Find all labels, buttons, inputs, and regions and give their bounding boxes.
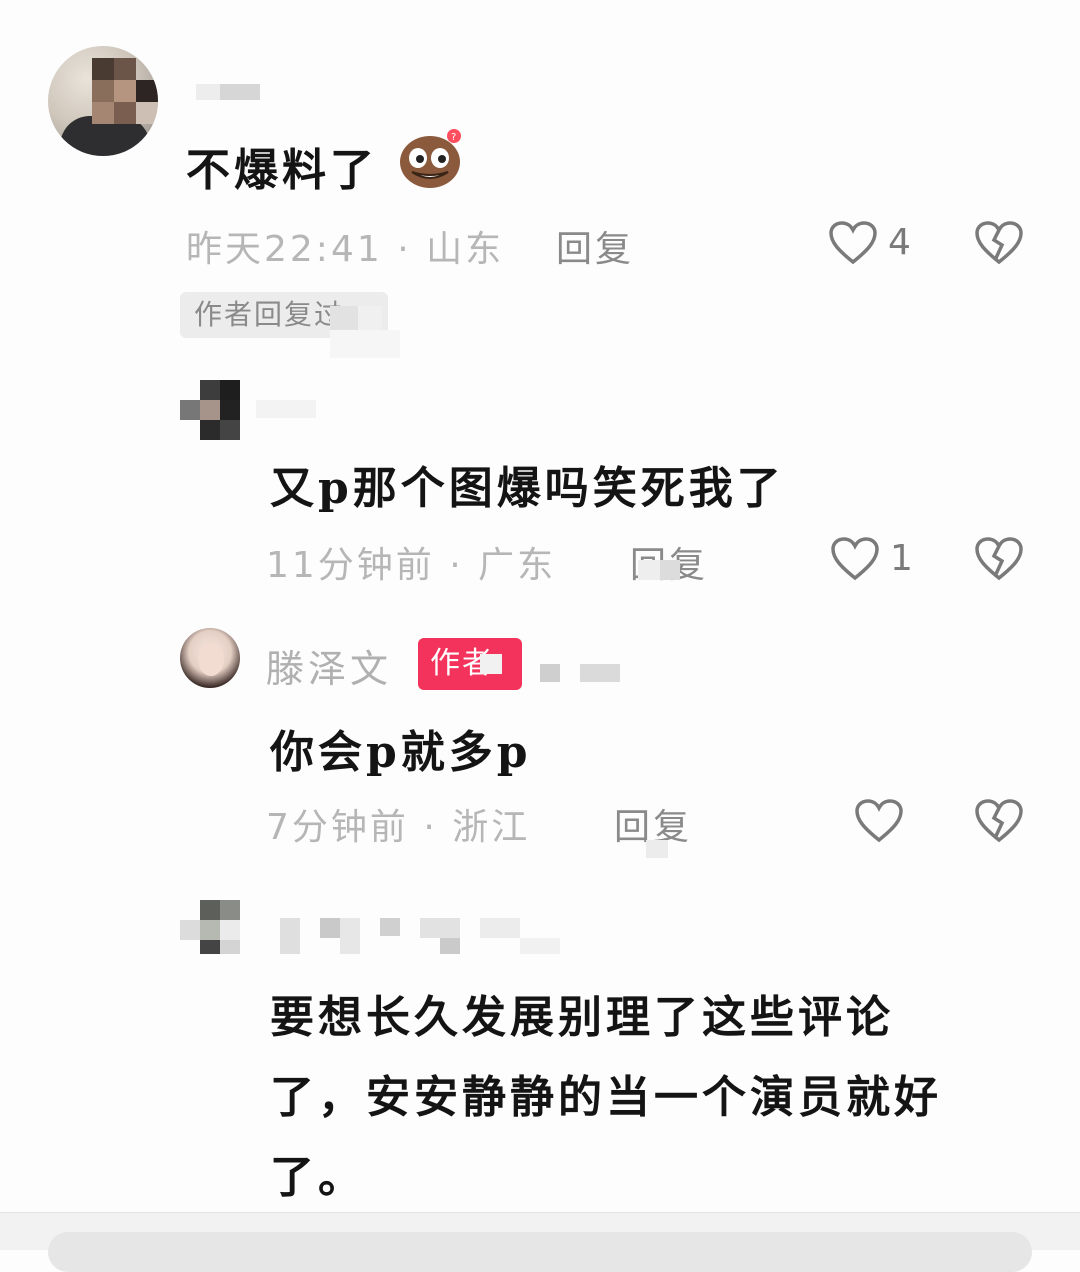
broken-heart-icon[interactable] [974, 220, 1024, 266]
author-username[interactable]: 滕泽文 [266, 638, 392, 693]
comment-text: 要想长久发展别理了这些评论 了，安安静静的当一个演员就好 了。 [270, 978, 942, 1218]
comment-text-line: 了，安安静静的当一个演员就好 [270, 1072, 942, 1123]
meta-separator: · [423, 807, 438, 848]
comment-text: 你会p就多p [270, 727, 532, 778]
comment-location: 浙江 [452, 807, 531, 848]
like-count: 1 [890, 538, 913, 579]
comment-text-line: 了。 [270, 1152, 366, 1203]
comment-location: 广东 [478, 545, 557, 586]
heart-icon[interactable] [830, 536, 880, 582]
svg-text:?: ? [451, 132, 456, 143]
heart-icon[interactable] [828, 220, 878, 266]
comment-time: 7分钟前 [266, 807, 409, 848]
author-badge: 作者 [418, 638, 522, 690]
heart-icon[interactable] [854, 798, 904, 844]
like-count: 4 [888, 222, 911, 263]
broken-heart-icon[interactable] [974, 798, 1024, 844]
avatar[interactable] [48, 46, 158, 156]
meta-separator: · [397, 229, 412, 270]
comment-time: 昨天22:41 [186, 229, 383, 270]
author-avatar[interactable] [180, 628, 240, 688]
comment-text: 又p那个图爆吗笑死我了 [270, 463, 785, 514]
grinning-emoji-icon: ? [400, 129, 461, 188]
comment-text-line: 要想长久发展别理了这些评论 [270, 992, 894, 1043]
comment-location: 山东 [426, 229, 505, 270]
reply-button[interactable]: 回复 [556, 220, 634, 272]
meta-separator: · [449, 545, 464, 586]
comment-text: 不爆料了 [186, 145, 378, 196]
comment-input[interactable] [48, 1232, 1032, 1272]
broken-heart-icon[interactable] [974, 536, 1024, 582]
comment-time: 11分钟前 [266, 545, 435, 586]
